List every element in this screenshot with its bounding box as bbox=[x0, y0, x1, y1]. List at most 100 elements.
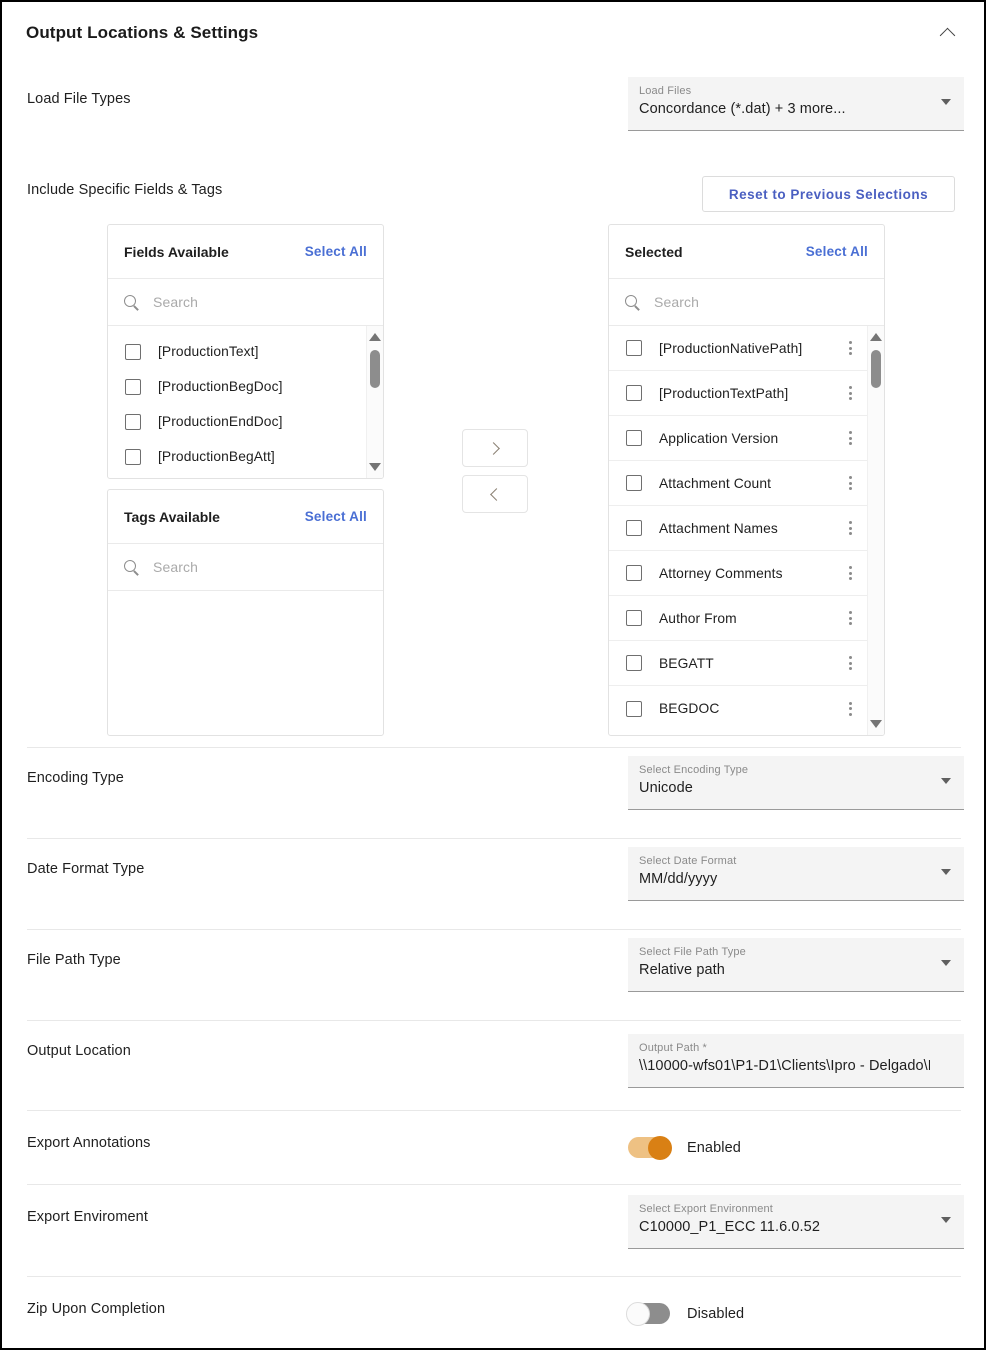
chevron-down-icon bbox=[941, 960, 951, 966]
scrollbar-thumb[interactable] bbox=[871, 350, 881, 388]
tags-available-search-placeholder: Search bbox=[153, 559, 198, 575]
more-options-icon[interactable] bbox=[842, 520, 858, 536]
date-format-type-select[interactable]: Select Date Format MM/dd/yyyy bbox=[628, 847, 964, 901]
selected-search-placeholder: Search bbox=[654, 294, 699, 310]
panel-header: Output Locations & Settings bbox=[2, 2, 984, 64]
checkbox[interactable] bbox=[125, 343, 141, 360]
checkbox[interactable] bbox=[125, 378, 141, 395]
export-annotations-toggle[interactable]: Enabled bbox=[628, 1135, 741, 1160]
more-options-icon[interactable] bbox=[842, 701, 858, 717]
tags-available-list bbox=[108, 591, 383, 735]
export-environment-select[interactable]: Select Export Environment C10000_P1_ECC … bbox=[628, 1195, 964, 1249]
selected-search-input[interactable]: Search bbox=[609, 279, 884, 326]
search-icon bbox=[124, 559, 139, 575]
fields-available-select-all[interactable]: Select All bbox=[305, 244, 367, 259]
export-annotations-state: Enabled bbox=[687, 1139, 741, 1156]
tags-available-search-input[interactable]: Search bbox=[108, 544, 383, 591]
scroll-up-arrow-icon[interactable] bbox=[870, 333, 882, 341]
list-item-label: [ProductionText] bbox=[158, 344, 259, 359]
file-path-type-label: File Path Type bbox=[27, 952, 121, 968]
search-icon bbox=[625, 294, 640, 310]
collapse-panel-button[interactable] bbox=[932, 18, 962, 48]
chevron-down-icon bbox=[941, 99, 951, 105]
include-fields-tags-label: Include Specific Fields & Tags bbox=[27, 182, 223, 198]
list-item[interactable]: [ProductionTextPath] bbox=[609, 371, 884, 416]
checkbox[interactable] bbox=[626, 565, 642, 581]
list-item[interactable]: [ProductionEndDoc] bbox=[108, 404, 383, 439]
divider bbox=[27, 1020, 961, 1021]
checkbox[interactable] bbox=[125, 448, 141, 465]
more-options-icon[interactable] bbox=[842, 475, 858, 491]
list-item-label: [ProductionNativePath] bbox=[659, 340, 803, 356]
list-item[interactable]: [ProductionBegAtt] bbox=[108, 439, 383, 474]
more-options-icon[interactable] bbox=[842, 610, 858, 626]
list-item-label: [ProductionTextPath] bbox=[659, 385, 789, 401]
selected-list: [ProductionNativePath] [ProductionTextPa… bbox=[609, 326, 884, 735]
checkbox[interactable] bbox=[626, 700, 642, 717]
more-options-icon[interactable] bbox=[842, 655, 858, 671]
checkbox[interactable] bbox=[626, 475, 642, 491]
export-annotations-label: Export Annotations bbox=[27, 1135, 151, 1151]
list-item[interactable]: BEGATT bbox=[609, 641, 884, 686]
date-format-type-label: Date Format Type bbox=[27, 861, 145, 877]
scroll-up-arrow-icon[interactable] bbox=[369, 333, 381, 341]
chevron-down-icon bbox=[941, 778, 951, 784]
output-path-input[interactable]: Output Path * \\10000-wfs01\P1-D1\Client… bbox=[628, 1034, 964, 1088]
checkbox[interactable] bbox=[626, 520, 642, 536]
list-item-label: BEGDOC bbox=[659, 701, 720, 716]
checkbox[interactable] bbox=[626, 430, 642, 446]
divider bbox=[27, 747, 961, 748]
list-item[interactable]: [ProductionText] bbox=[108, 334, 383, 369]
selected-scrollbar[interactable] bbox=[867, 326, 884, 735]
list-item[interactable]: BEGDOC bbox=[609, 686, 884, 731]
list-item[interactable]: Attachment Names bbox=[609, 506, 884, 551]
encoding-type-select[interactable]: Select Encoding Type Unicode bbox=[628, 756, 964, 810]
list-item[interactable]: Attachment Count bbox=[609, 461, 884, 506]
list-item[interactable]: [ProductionBegDoc] bbox=[108, 369, 383, 404]
more-options-icon[interactable] bbox=[842, 565, 858, 581]
encoding-type-value: Unicode bbox=[639, 780, 693, 796]
checkbox[interactable] bbox=[125, 413, 141, 430]
export-environment-label: Export Enviroment bbox=[27, 1209, 148, 1225]
scroll-down-arrow-icon[interactable] bbox=[870, 720, 882, 728]
list-item-label: [ProductionEndDoc] bbox=[158, 414, 283, 429]
more-options-icon[interactable] bbox=[842, 385, 858, 401]
load-file-types-select[interactable]: Load Files Concordance (*.dat) + 3 more.… bbox=[628, 77, 964, 131]
divider bbox=[27, 1276, 961, 1277]
move-left-button[interactable] bbox=[462, 475, 528, 513]
list-item-label: Author From bbox=[659, 610, 737, 626]
list-item[interactable]: Attorney Comments bbox=[609, 551, 884, 596]
checkbox[interactable] bbox=[626, 610, 642, 626]
toggle-switch-off[interactable] bbox=[626, 1301, 670, 1326]
date-format-type-value: MM/dd/yyyy bbox=[639, 871, 718, 887]
toggle-switch-on[interactable] bbox=[628, 1135, 672, 1160]
zip-upon-completion-toggle[interactable]: Disabled bbox=[626, 1301, 744, 1326]
output-path-value: \\10000-wfs01\P1-D1\Clients\Ipro - Delga… bbox=[639, 1058, 930, 1074]
list-item-label: Attachment Names bbox=[659, 520, 778, 536]
file-path-type-select[interactable]: Select File Path Type Relative path bbox=[628, 938, 964, 992]
more-options-icon[interactable] bbox=[842, 340, 858, 356]
list-item[interactable]: Author From bbox=[609, 596, 884, 641]
more-options-icon[interactable] bbox=[842, 430, 858, 446]
scrollbar-thumb[interactable] bbox=[370, 350, 380, 388]
selected-select-all[interactable]: Select All bbox=[806, 244, 868, 259]
tags-available-panel: Tags Available Select All Search bbox=[107, 489, 384, 736]
move-right-button[interactable] bbox=[462, 429, 528, 467]
fields-available-search-input[interactable]: Search bbox=[108, 279, 383, 326]
toggle-knob bbox=[648, 1135, 672, 1160]
scroll-down-arrow-icon[interactable] bbox=[369, 463, 381, 471]
load-file-types-label: Load File Types bbox=[27, 91, 131, 107]
list-item[interactable]: [ProductionNativePath] bbox=[609, 326, 884, 371]
output-path-field-label: Output Path * bbox=[639, 1042, 707, 1054]
tags-available-select-all[interactable]: Select All bbox=[305, 509, 367, 524]
export-environment-field-label: Select Export Environment bbox=[639, 1203, 773, 1215]
checkbox[interactable] bbox=[626, 655, 642, 671]
page-title: Output Locations & Settings bbox=[26, 23, 259, 42]
list-item[interactable]: Application Version bbox=[609, 416, 884, 461]
fields-available-scrollbar[interactable] bbox=[366, 326, 383, 478]
checkbox[interactable] bbox=[626, 385, 642, 401]
checkbox[interactable] bbox=[626, 340, 642, 356]
reset-to-previous-selections-button[interactable]: Reset to Previous Selections bbox=[702, 176, 955, 212]
encoding-type-label: Encoding Type bbox=[27, 770, 124, 786]
date-format-type-field-label: Select Date Format bbox=[639, 855, 737, 867]
